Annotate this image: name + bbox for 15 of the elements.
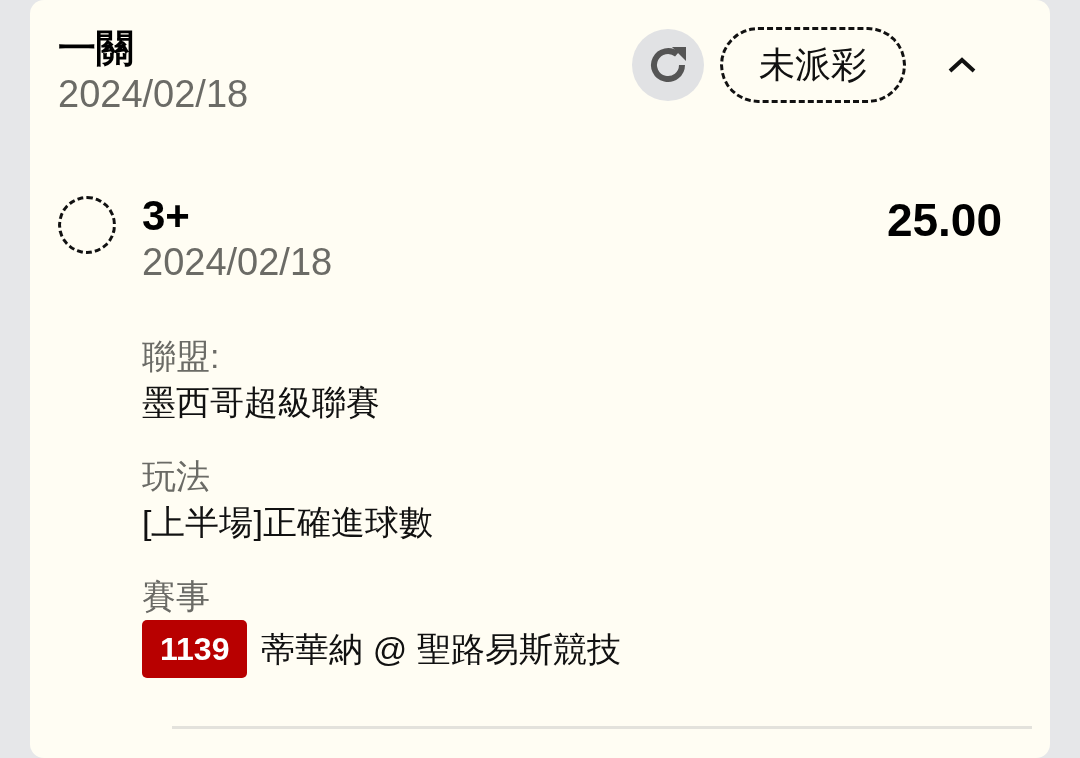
chevron-up-icon xyxy=(947,55,977,75)
match-number: 1139 xyxy=(142,620,248,678)
detail-value: 墨西哥超級聯賽 xyxy=(142,382,380,423)
status-badge: 未派彩 xyxy=(720,27,906,103)
bet-date: 2024/02/18 xyxy=(58,72,249,116)
bet-type-title: 一關 xyxy=(58,26,134,71)
pick-date: 2024/02/18 xyxy=(142,240,333,284)
pick-label: 3+ xyxy=(142,192,190,240)
detail-label: 玩法 xyxy=(142,456,210,497)
odds-value: 25.00 xyxy=(886,196,1002,244)
selection-radio[interactable] xyxy=(58,196,116,254)
detail-value: [上半場]正確進球數 xyxy=(142,502,433,543)
detail-label: 聯盟: xyxy=(142,336,220,377)
detail-label: 賽事 xyxy=(142,576,210,617)
match-name: 蒂華納 @ 聖路易斯競技 xyxy=(261,629,621,670)
